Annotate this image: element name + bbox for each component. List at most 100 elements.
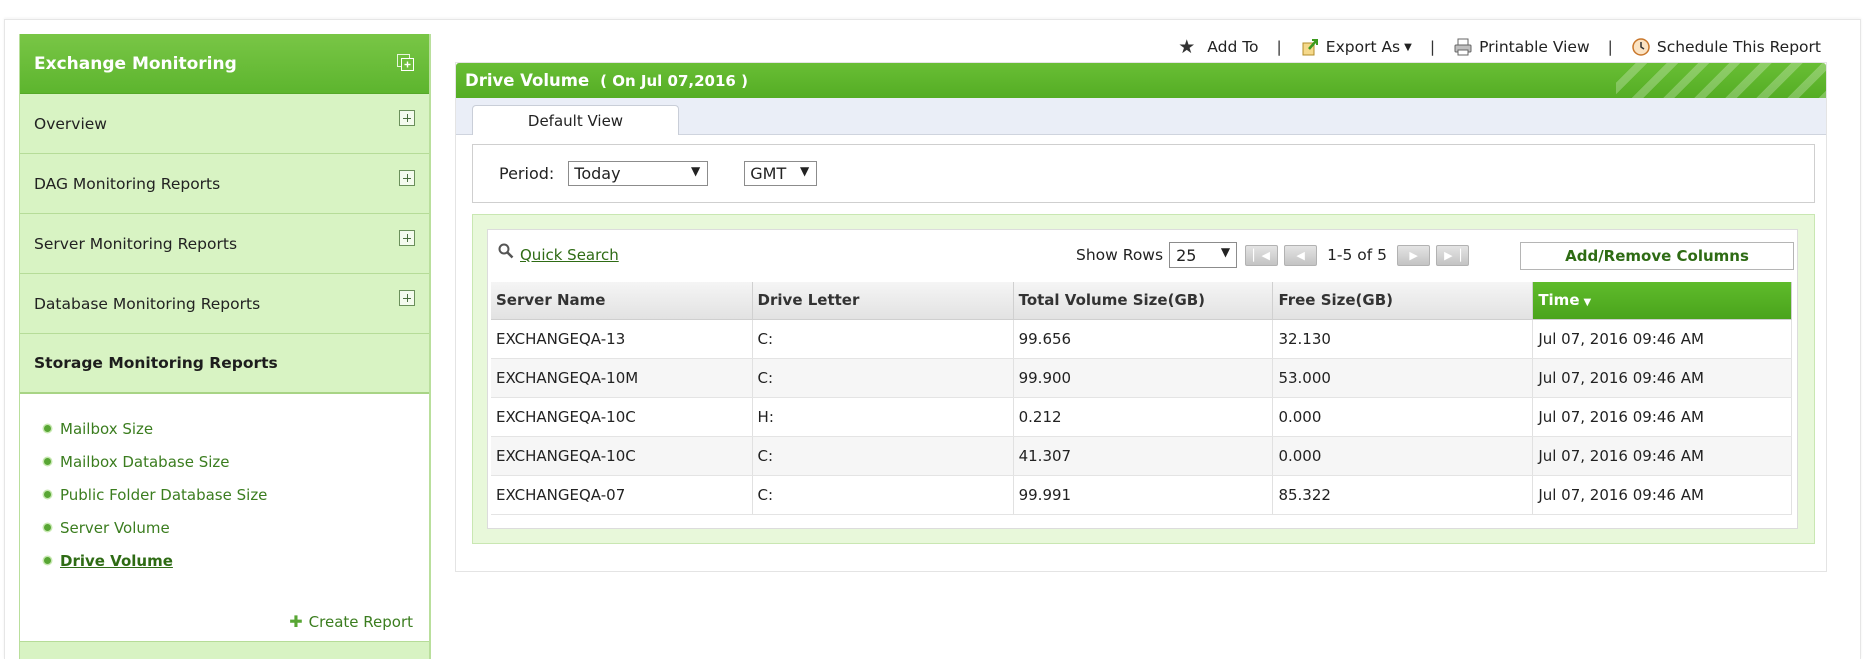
cell-time: Jul 07, 2016 09:46 AM [1532, 397, 1792, 437]
table-header-row: Server Name Drive Letter Total Volume Si… [491, 282, 1792, 320]
report-panel: Drive Volume ( On Jul 07,2016 ) Default … [455, 62, 1827, 572]
separator: | [1276, 38, 1282, 56]
sidebar-link-public-folder-database-size[interactable]: Public Folder Database Size [44, 478, 429, 511]
cell-total-volume-size: 99.991 [1013, 475, 1274, 515]
printable-view-label: Printable View [1479, 38, 1590, 56]
header-decoration [1616, 63, 1826, 98]
sidebar-link-label[interactable]: Mailbox Size [60, 420, 153, 438]
bullet-icon [44, 425, 51, 432]
quick-search-link[interactable]: Quick Search [498, 243, 619, 264]
first-page-button[interactable]: ▏◀ [1245, 244, 1279, 266]
previous-page-icon: ◀ [1296, 248, 1305, 262]
column-header-total-volume-size[interactable]: Total Volume Size(GB) [1013, 282, 1274, 320]
sidebar-link-label[interactable]: Drive Volume [60, 552, 173, 570]
cell-server-name: EXCHANGEQA-10M [491, 358, 753, 398]
schedule-clock-icon [1632, 38, 1650, 56]
table-row: EXCHANGEQA-13 C: 99.656 32.130 Jul 07, 2… [491, 319, 1792, 359]
bullet-icon [44, 458, 51, 465]
report-title: Drive Volume [465, 71, 590, 90]
chevron-down-icon: ▼ [800, 164, 810, 178]
sidebar-item-label: Database Monitoring Reports [34, 294, 261, 313]
schedule-report-button[interactable]: Schedule This Report [1631, 37, 1821, 57]
cell-drive-letter: C: [752, 319, 1014, 359]
cell-free-size: 32.130 [1272, 319, 1534, 359]
create-report-label[interactable]: Create Report [309, 613, 413, 631]
timezone-value: GMT [750, 164, 787, 183]
cell-total-volume-size: 99.656 [1013, 319, 1274, 359]
view-tabbar: Default View [456, 98, 1826, 135]
cell-time: Jul 07, 2016 09:46 AM [1532, 319, 1792, 359]
sidebar-link-server-volume[interactable]: Server Volume [44, 511, 429, 544]
rows-per-page-select[interactable]: 25 ▼ [1169, 242, 1238, 268]
column-header-free-size[interactable]: Free Size(GB) [1272, 282, 1534, 320]
timezone-select[interactable]: GMT ▼ [744, 161, 818, 186]
add-remove-columns-button[interactable]: Add/Remove Columns [1520, 242, 1794, 270]
show-rows-label: Show Rows [1076, 246, 1164, 264]
sidebar: Exchange Monitoring Overview DAG Monitor… [19, 34, 431, 659]
add-to-label: Add To [1207, 38, 1259, 56]
previous-page-button[interactable]: ◀ [1284, 244, 1318, 266]
sidebar-header[interactable]: Exchange Monitoring [20, 34, 429, 94]
sidebar-next-section[interactable] [20, 641, 429, 659]
cell-free-size: 85.322 [1272, 475, 1534, 515]
quick-search-label[interactable]: Quick Search [520, 246, 619, 264]
cell-free-size: 0.000 [1272, 397, 1534, 437]
expand-icon[interactable] [399, 290, 415, 306]
cell-time: Jul 07, 2016 09:46 AM [1532, 475, 1792, 515]
first-page-icon: ▏◀ [1253, 248, 1271, 262]
cell-server-name: EXCHANGEQA-07 [491, 475, 753, 515]
data-grid: Quick Search Show Rows 25 ▼ ▏◀ ◀ 1-5 of … [487, 229, 1798, 529]
sidebar-link-drive-volume[interactable]: Drive Volume [44, 544, 429, 577]
chevron-down-icon: ▼ [1404, 41, 1412, 53]
export-as-label: Export As [1325, 38, 1401, 56]
add-to-button[interactable]: ★ Add To [1178, 36, 1258, 58]
bullet-icon [44, 491, 51, 498]
sidebar-item-label: Overview [34, 114, 107, 133]
grid-toolbar: Quick Search Show Rows 25 ▼ ▏◀ ◀ 1-5 of … [488, 230, 1797, 282]
grid-container: Quick Search Show Rows 25 ▼ ▏◀ ◀ 1-5 of … [472, 214, 1815, 544]
next-page-icon: ▶ [1409, 248, 1418, 262]
cell-drive-letter: C: [752, 475, 1014, 515]
collapse-all-icon[interactable] [397, 54, 415, 72]
sidebar-link-mailbox-database-size[interactable]: Mailbox Database Size [44, 445, 429, 478]
export-icon [1302, 39, 1318, 56]
next-page-button[interactable]: ▶ [1397, 244, 1431, 266]
expand-icon[interactable] [399, 170, 415, 186]
sidebar-item-storage-monitoring[interactable]: Storage Monitoring Reports [20, 334, 429, 394]
sidebar-item-dag-monitoring[interactable]: DAG Monitoring Reports [20, 154, 429, 214]
tab-default-view[interactable]: Default View [472, 105, 679, 135]
expand-icon[interactable] [399, 110, 415, 126]
last-page-button[interactable]: ▶▕ [1436, 244, 1470, 266]
sidebar-item-server-monitoring[interactable]: Server Monitoring Reports [20, 214, 429, 274]
chevron-down-icon: ▼ [691, 164, 701, 178]
sidebar-link-label[interactable]: Server Volume [60, 519, 170, 537]
sidebar-item-label: Storage Monitoring Reports [34, 354, 278, 372]
page-info: 1-5 of 5 [1327, 246, 1388, 264]
export-as-button[interactable]: Export As ▼ [1300, 37, 1412, 57]
sidebar-link-label[interactable]: Public Folder Database Size [60, 486, 267, 504]
star-icon: ★ [1178, 36, 1196, 58]
cell-time: Jul 07, 2016 09:46 AM [1532, 358, 1792, 398]
sidebar-item-label: Server Monitoring Reports [34, 234, 238, 253]
sidebar-link-label[interactable]: Mailbox Database Size [60, 453, 229, 471]
table-row: EXCHANGEQA-10M C: 99.900 53.000 Jul 07, … [491, 358, 1792, 398]
cell-server-name: EXCHANGEQA-10C [491, 436, 753, 476]
cell-server-name: EXCHANGEQA-13 [491, 319, 753, 359]
column-header-time[interactable]: Time ▼ [1532, 282, 1792, 320]
sidebar-title: Exchange Monitoring [34, 53, 237, 74]
drive-volume-table: Server Name Drive Letter Total Volume Si… [491, 282, 1792, 515]
chevron-down-icon: ▼ [1220, 245, 1231, 259]
printable-view-button[interactable]: Printable View [1453, 37, 1590, 57]
sidebar-link-mailbox-size[interactable]: Mailbox Size [44, 412, 429, 445]
create-report-link[interactable]: ✚ Create Report [289, 612, 413, 631]
period-select[interactable]: Today ▼ [568, 161, 709, 186]
column-header-server-name[interactable]: Server Name [491, 282, 753, 320]
column-header-drive-letter[interactable]: Drive Letter [752, 282, 1014, 320]
sidebar-item-overview[interactable]: Overview [20, 94, 429, 154]
table-row: EXCHANGEQA-07 C: 99.991 85.322 Jul 07, 2… [491, 475, 1792, 515]
cell-total-volume-size: 0.212 [1013, 397, 1274, 437]
printer-icon [1454, 38, 1472, 56]
sidebar-item-database-monitoring[interactable]: Database Monitoring Reports [20, 274, 429, 334]
expand-icon[interactable] [399, 230, 415, 246]
pagination: Show Rows 25 ▼ ▏◀ ◀ 1-5 of 5 ▶ ▶▕ [1076, 242, 1470, 268]
